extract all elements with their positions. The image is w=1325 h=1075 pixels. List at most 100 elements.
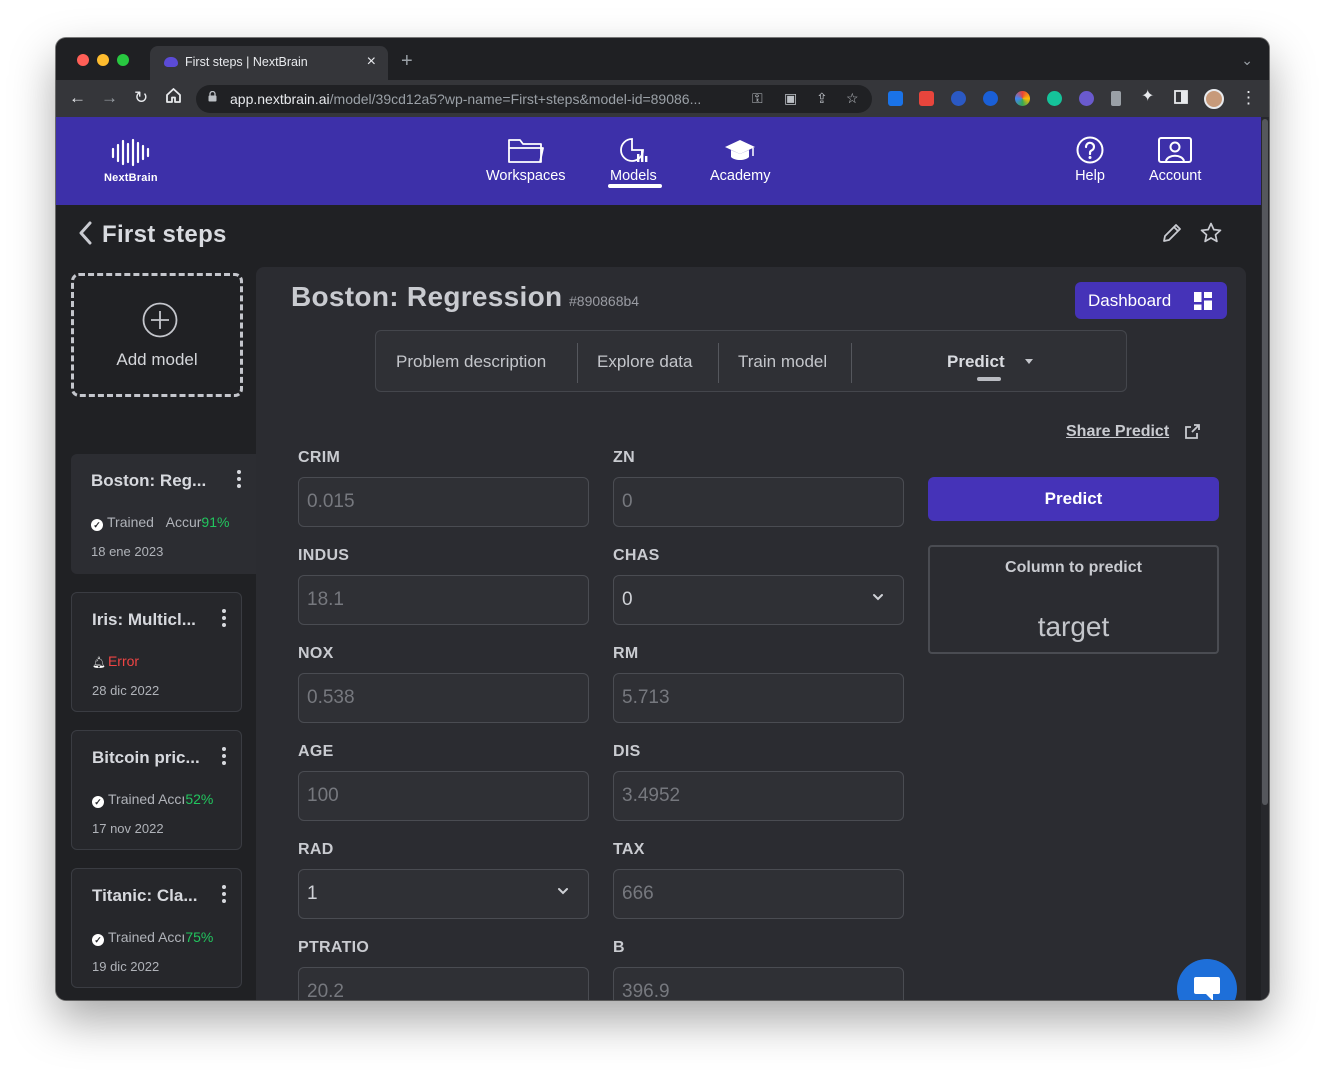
- tab-explore-data[interactable]: Explore data: [597, 352, 692, 372]
- page-header: First steps: [56, 205, 1269, 265]
- forward-arrow-icon[interactable]: →: [101, 88, 118, 108]
- kebab-menu-icon[interactable]: [237, 470, 243, 491]
- external-link-icon[interactable]: [1184, 423, 1201, 440]
- lock-icon: [208, 91, 217, 102]
- age-input[interactable]: 100: [298, 771, 589, 821]
- folder-icon: [507, 139, 544, 163]
- ptratio-input[interactable]: 20.2: [298, 967, 589, 1000]
- browser-toolbar: ← → ↻ app.nextbrain.ai/model/39cd12a5?wp…: [56, 80, 1269, 117]
- model-panel: Boston: Regression #890868b4 Dashboard P…: [256, 267, 1246, 1000]
- home-icon[interactable]: [165, 87, 182, 109]
- kebab-menu-icon[interactable]: [222, 609, 228, 630]
- bookmark-star-icon[interactable]: ☆: [846, 90, 859, 107]
- kebab-menu-icon[interactable]: [222, 885, 228, 906]
- extensions-puzzle-icon[interactable]: ✦: [1141, 87, 1154, 107]
- edit-pencil-icon[interactable]: [1160, 221, 1184, 245]
- logo-text: NextBrain: [104, 172, 158, 184]
- tab-strip: First steps | NextBrain × + ⌄: [56, 38, 1269, 80]
- share-predict-link[interactable]: Share Predict: [1066, 423, 1169, 441]
- bell-icon: 🔔︎: [92, 657, 106, 669]
- model-card-title: Bitcoin pric...: [92, 748, 200, 767]
- dashboard-button[interactable]: Dashboard: [1075, 282, 1227, 319]
- plus-circle-icon: [142, 302, 178, 338]
- browser-menu-icon[interactable]: ⋮: [1240, 88, 1257, 108]
- model-id: #890868b4: [569, 293, 640, 309]
- back-arrow-icon[interactable]: ←: [69, 88, 86, 108]
- extension-grammarly-icon[interactable]: [1047, 91, 1062, 106]
- nav-account[interactable]: Account: [1149, 135, 1201, 184]
- nav-account-label: Account: [1149, 168, 1202, 184]
- add-model-button[interactable]: Add model: [71, 273, 243, 397]
- zn-input[interactable]: 0: [613, 477, 904, 527]
- field-label-b: B: [613, 939, 625, 956]
- browser-window: First steps | NextBrain × + ⌄ ← → ↻ app.…: [56, 38, 1269, 1000]
- model-card-date: 17 nov 2022: [92, 821, 164, 836]
- favorite-star-icon[interactable]: [1199, 221, 1223, 245]
- dis-input[interactable]: 3.4952: [613, 771, 904, 821]
- url-text: app.nextbrain.ai/model/39cd12a5?wp-name=…: [230, 91, 702, 107]
- nav-models[interactable]: Models: [610, 135, 657, 184]
- tab-search-chevron-icon[interactable]: ⌄: [1241, 52, 1253, 69]
- extension-c-icon[interactable]: [983, 91, 998, 106]
- model-card[interactable]: Iris: Multicl... 🔔︎ Error 28 dic 2022: [71, 592, 242, 712]
- add-model-label: Add model: [116, 350, 198, 369]
- tab-train-model[interactable]: Train model: [738, 352, 827, 372]
- extension-gear-icon[interactable]: [1079, 91, 1094, 106]
- nextbrain-favicon-icon: [164, 57, 178, 67]
- extension-color-icon[interactable]: [1015, 91, 1030, 106]
- crim-input[interactable]: 0.015: [298, 477, 589, 527]
- nav-workspaces[interactable]: Workspaces: [486, 135, 566, 184]
- check-circle-icon: ✓: [92, 934, 104, 946]
- scrollbar-thumb[interactable]: [1262, 119, 1268, 805]
- key-icon[interactable]: ⚿: [752, 90, 763, 107]
- model-card[interactable]: Bitcoin pric... ✓ Trained Accı52% 17 nov …: [71, 730, 242, 850]
- predict-button[interactable]: Predict: [928, 477, 1219, 521]
- extension-translate-icon[interactable]: [888, 91, 903, 106]
- field-label-crim: CRIM: [298, 449, 341, 466]
- profile-avatar[interactable]: [1204, 89, 1224, 109]
- caret-down-icon[interactable]: [1025, 359, 1033, 364]
- rad-select[interactable]: 1: [298, 869, 589, 919]
- model-card[interactable]: Titanic: Cla... ✓ Trained Accı75% 19 dic …: [71, 868, 242, 988]
- minimize-window-button[interactable]: [97, 54, 109, 66]
- nav-models-label: Models: [610, 168, 657, 184]
- nextbrain-logo-icon[interactable]: [110, 137, 152, 167]
- b-input[interactable]: 396.9: [613, 967, 904, 1000]
- extension-video-icon[interactable]: [919, 91, 934, 106]
- tab-divider: [577, 343, 578, 383]
- chart-icon: [620, 138, 648, 162]
- tab-problem-description[interactable]: Problem description: [396, 352, 546, 372]
- translate-icon[interactable]: ▣: [784, 90, 797, 107]
- chevron-down-icon: [558, 888, 568, 895]
- nav-active-indicator: [608, 184, 662, 188]
- close-window-button[interactable]: [77, 54, 89, 66]
- nox-input[interactable]: 0.538: [298, 673, 589, 723]
- nav-help[interactable]: Help: [1075, 135, 1105, 184]
- kebab-menu-icon[interactable]: [222, 747, 228, 768]
- side-panel-icon[interactable]: [1174, 89, 1188, 109]
- address-bar[interactable]: app.nextbrain.ai/model/39cd12a5?wp-name=…: [196, 85, 872, 113]
- close-tab-icon[interactable]: ×: [367, 53, 376, 71]
- reload-icon[interactable]: ↻: [134, 88, 148, 108]
- tax-input[interactable]: 666: [613, 869, 904, 919]
- indus-input[interactable]: 18.1: [298, 575, 589, 625]
- tab-divider: [718, 343, 719, 383]
- back-chevron-icon[interactable]: [78, 221, 92, 252]
- model-tabs: Problem description Explore data Train m…: [375, 330, 1127, 392]
- new-tab-icon[interactable]: +: [401, 50, 413, 73]
- chas-select[interactable]: 0: [613, 575, 904, 625]
- extension-alien-icon[interactable]: [951, 91, 966, 106]
- chat-bubble-icon: [1194, 977, 1220, 1000]
- page-title: First steps: [102, 221, 227, 248]
- extension-pen-icon[interactable]: [1111, 91, 1121, 106]
- model-card-date: 18 ene 2023: [91, 544, 164, 559]
- zoom-window-button[interactable]: [117, 54, 129, 66]
- nav-academy[interactable]: Academy: [710, 135, 770, 184]
- browser-tab[interactable]: First steps | NextBrain ×: [150, 46, 388, 80]
- app-root: NextBrain Workspaces Models Academy Help…: [56, 117, 1269, 1000]
- rm-input[interactable]: 5.713: [613, 673, 904, 723]
- tab-predict[interactable]: Predict: [947, 352, 1005, 372]
- share-page-icon[interactable]: ⇪: [816, 90, 828, 107]
- model-card-date: 28 dic 2022: [92, 683, 160, 698]
- model-card[interactable]: Boston: Reg... ✓ Trained Accur91% 18 ene …: [71, 454, 256, 574]
